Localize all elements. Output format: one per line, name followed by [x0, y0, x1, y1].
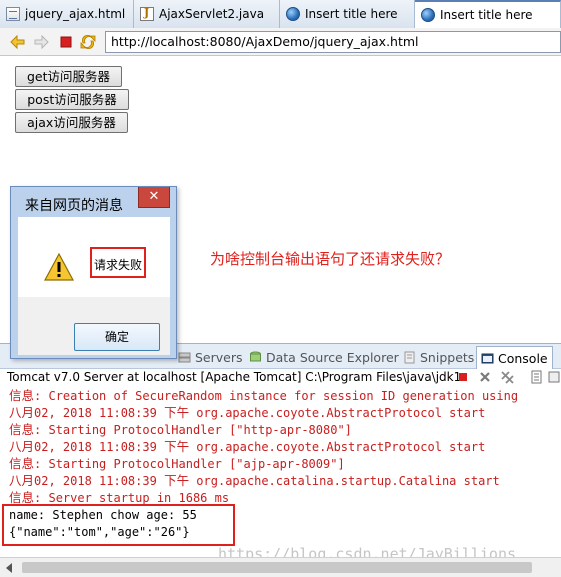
tab-console[interactable]: Console — [476, 346, 553, 369]
remove-launch-icon[interactable] — [478, 370, 492, 384]
html-file-icon — [6, 7, 20, 21]
tab-snippets[interactable]: Snippets — [403, 347, 474, 367]
scroll-lock-icon[interactable] — [548, 370, 561, 384]
tab-label: Servers — [195, 349, 243, 365]
ok-button[interactable]: 确定 — [74, 323, 160, 351]
clear-console-icon[interactable] — [530, 370, 544, 384]
forward-arrow-icon[interactable] — [33, 34, 49, 50]
snippets-icon — [404, 351, 415, 363]
tab-servers[interactable]: Servers — [178, 347, 243, 367]
console-line: 信息: Starting ProtocolHandler ["ajp-apr-8… — [9, 456, 345, 471]
scroll-left-icon[interactable] — [6, 563, 12, 573]
dialog-close-button[interactable]: ✕ — [138, 187, 170, 208]
url-input[interactable]: http://localhost:8080/AjaxDemo/jquery_aj… — [105, 31, 561, 53]
tab-label: Insert title here — [440, 8, 533, 22]
stop-icon[interactable] — [58, 34, 74, 50]
dialog-title: 来自网页的消息 — [25, 198, 123, 214]
tab-label: Console — [498, 350, 548, 366]
console-line: 八月02, 2018 11:08:39 下午 org.apache.catali… — [9, 473, 500, 488]
tab-label: Snippets — [420, 349, 475, 365]
horizontal-scrollbar[interactable] — [0, 557, 561, 577]
console-line: 信息: Creation of SecureRandom instance fo… — [9, 388, 519, 403]
tab-label: Data Source Explorer — [266, 349, 399, 365]
tab-jquery-ajax-html[interactable]: jquery_ajax.html — [0, 0, 134, 28]
tab-ajaxservlet2-java[interactable]: AjaxServlet2.java — [134, 0, 280, 28]
console-output: 信息: Creation of SecureRandom instance fo… — [0, 387, 561, 557]
tab-label: Insert title here — [305, 7, 398, 21]
console-title: Tomcat v7.0 Server at localhost [Apache … — [0, 369, 561, 387]
tab-label: jquery_ajax.html — [25, 7, 126, 21]
tab-data-source-explorer[interactable]: Data Source Explorer — [249, 347, 399, 367]
servers-icon — [178, 352, 191, 362]
refresh-icon[interactable] — [80, 34, 96, 50]
tab-insert-title-1[interactable]: Insert title here — [280, 0, 415, 28]
data-source-icon — [250, 351, 261, 361]
output-highlight-box — [2, 504, 235, 546]
get-request-button[interactable]: get访问服务器 — [15, 66, 122, 87]
tab-insert-title-2[interactable]: Insert title here — [415, 0, 561, 28]
editor-tab-bar: jquery_ajax.html AjaxServlet2.java Inser… — [0, 0, 561, 28]
dialog-message: 请求失败 — [94, 258, 143, 272]
console-line: 信息: Starting ProtocolHandler ["http-apr-… — [9, 422, 352, 437]
ajax-request-button[interactable]: ajax访问服务器 — [15, 112, 128, 133]
java-file-icon — [140, 6, 154, 21]
alert-dialog: 来自网页的消息 ✕ 请求失败 确定 — [10, 186, 177, 359]
scroll-thumb[interactable] — [22, 562, 532, 573]
globe-icon — [286, 7, 300, 21]
browser-toolbar: http://localhost:8080/AjaxDemo/jquery_aj… — [0, 28, 561, 56]
terminate-icon[interactable] — [456, 370, 470, 384]
annotation-question: 为啥控制台输出语句了还请求失败？ — [210, 250, 451, 268]
globe-icon — [421, 8, 435, 22]
console-icon — [481, 353, 494, 363]
dialog-body: 请求失败 — [18, 217, 170, 297]
console-line: 八月02, 2018 11:08:39 下午 org.apache.coyote… — [9, 405, 486, 420]
console-line: 八月02, 2018 11:08:39 下午 org.apache.coyote… — [9, 439, 486, 454]
back-arrow-icon[interactable] — [10, 34, 26, 50]
remove-all-icon[interactable] — [500, 370, 514, 384]
post-request-button[interactable]: post访问服务器 — [15, 89, 129, 110]
tab-label: AjaxServlet2.java — [159, 7, 265, 21]
warning-icon — [44, 253, 74, 281]
